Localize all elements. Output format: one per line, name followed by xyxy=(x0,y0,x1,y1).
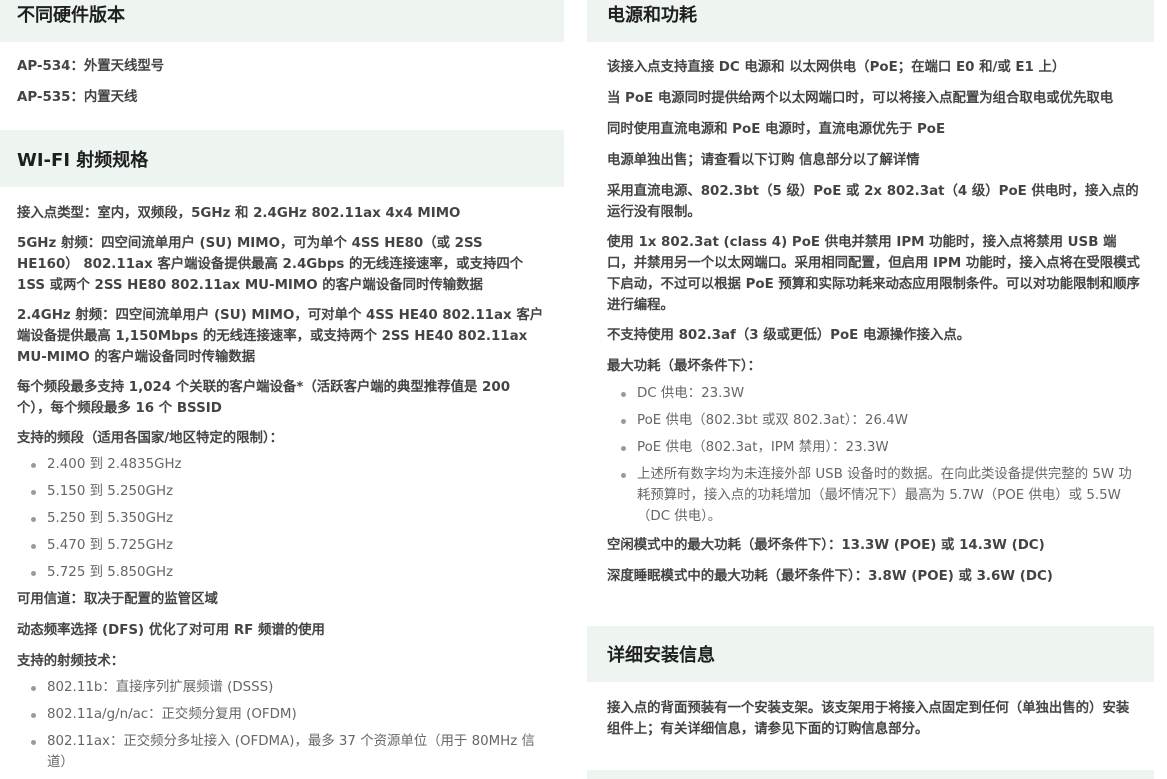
paragraph: 空闲模式中的最大功耗（最坏条件下）：13.3W (POE) 或 14.3W (D… xyxy=(607,538,1045,553)
section-header-installation: 详细安装信息 xyxy=(587,626,1154,682)
list-item: PoE 供电（802.3bt 或双 802.3at）：26.4W xyxy=(621,410,1142,431)
power-list: DC 供电：23.3W PoE 供电（802.3bt 或双 802.3at）：2… xyxy=(607,383,1142,527)
section-header-hardware-versions: 不同硬件版本 xyxy=(0,0,564,42)
hardware-item: AP-534：外置天线型号 xyxy=(17,59,165,74)
paragraph: 接入点的背面预装有一个安装支架。该支架用于将接入点固定到任何（单独出售的）安装组… xyxy=(607,701,1130,737)
paragraph: 最大功耗（最坏条件下）： xyxy=(607,359,761,374)
paragraph: 支持的射频技术： xyxy=(17,654,125,669)
section-title: 不同硬件版本 xyxy=(17,5,125,26)
list-item: 802.11ax：正交频分多址接入 (OFDMA)，最多 37 个资源单位（用于… xyxy=(31,731,547,773)
list-item: 802.11b：直接序列扩展频谱 (DSSS) xyxy=(31,677,547,698)
band-list: 2.400 到 2.4835GHz 5.150 到 5.250GHz 5.250… xyxy=(17,454,547,583)
list-item: 5.725 到 5.850GHz xyxy=(31,562,547,583)
section-body-installation: 接入点的背面预装有一个安装支架。该支架用于将接入点固定到任何（单独出售的）安装组… xyxy=(587,682,1154,740)
list-item: 5.470 到 5.725GHz xyxy=(31,535,547,556)
section-title: WI-FI 射频规格 xyxy=(17,149,149,171)
section-title: 电源和功耗 xyxy=(607,5,697,26)
paragraph: 可用信道：取决于配置的监管区域 xyxy=(17,592,218,607)
list-item: 上述所有数字均为未连接外部 USB 设备时的数据。在向此类设备提供完整的 5W … xyxy=(621,464,1142,527)
list-item: 802.11a/g/n/ac：正交频分复用 (OFDM) xyxy=(31,704,547,725)
paragraph: 当 PoE 电源同时提供给两个以太网端口时，可以将接入点配置为组合取电或优先取电 xyxy=(607,91,1114,106)
list-item: 2.400 到 2.4835GHz xyxy=(31,454,547,475)
list-item: 5.150 到 5.250GHz xyxy=(31,481,547,502)
paragraph: 每个频段最多支持 1,024 个关联的客户端设备*（活跃客户端的典型推荐值是 2… xyxy=(17,380,511,416)
paragraph: 深度睡眠模式中的最大功耗（最坏条件下）：3.8W (POE) 或 3.6W (D… xyxy=(607,569,1053,584)
section-title: 详细安装信息 xyxy=(607,645,715,666)
paragraph: 使用 1x 802.3at (class 4) PoE 供电并禁用 IPM 功能… xyxy=(607,235,1140,313)
radio-tech-list: 802.11b：直接序列扩展频谱 (DSSS) 802.11a/g/n/ac：正… xyxy=(17,677,547,773)
section-body-power: 该接入点支持直接 DC 电源和 以太网供电（PoE；在端口 E0 和/或 E1 … xyxy=(587,42,1154,626)
paragraph: 支持的频段（适用各国家/地区特定的限制）： xyxy=(17,431,284,446)
hardware-item: AP-535：内置天线 xyxy=(17,90,138,105)
list-item: PoE 供电（802.3at，IPM 禁用）：23.3W xyxy=(621,437,1142,458)
paragraph: 动态频率选择 (DFS) 优化了对可用 RF 频谱的使用 xyxy=(17,623,325,638)
paragraph: 接入点类型：室内，双频段，5GHz 和 2.4GHz 802.11ax 4x4 … xyxy=(17,206,461,221)
left-column: 不同硬件版本 AP-534：外置天线型号 AP-535：内置天线 WI-FI 射… xyxy=(0,0,564,773)
right-column: 电源和功耗 该接入点支持直接 DC 电源和 以太网供电（PoE；在端口 E0 和… xyxy=(587,0,1154,740)
paragraph: 不支持使用 802.3af（3 级或更低）PoE 电源操作接入点。 xyxy=(607,328,971,343)
section-header-wifi-radio: WI-FI 射频规格 xyxy=(0,130,564,187)
section-header-power: 电源和功耗 xyxy=(587,0,1154,42)
paragraph: 5GHz 射频：四空间流单用户 (SU) MIMO，可为单个 4SS HE80（… xyxy=(17,236,524,293)
section-body-wifi-radio: 接入点类型：室内，双频段，5GHz 和 2.4GHz 802.11ax 4x4 … xyxy=(0,187,564,773)
paragraph: 同时使用直流电源和 PoE 电源时，直流电源优先于 PoE xyxy=(607,122,946,137)
section-body-hardware-versions: AP-534：外置天线型号 AP-535：内置天线 xyxy=(0,42,564,130)
paragraph: 电源单独出售；请查看以下订购 信息部分以了解详情 xyxy=(607,153,920,168)
paragraph: 该接入点支持直接 DC 电源和 以太网供电（PoE；在端口 E0 和/或 E1 … xyxy=(607,60,1066,75)
list-item: DC 供电：23.3W xyxy=(621,383,1142,404)
list-item: 5.250 到 5.350GHz xyxy=(31,508,547,529)
paragraph: 2.4GHz 射频：四空间流单用户 (SU) MIMO，可对单个 4SS HE4… xyxy=(17,308,544,365)
paragraph: 采用直流电源、802.3bt（5 级）PoE 或 2x 802.3at（4 级）… xyxy=(607,184,1139,220)
next-section-header-strip xyxy=(587,770,1154,779)
